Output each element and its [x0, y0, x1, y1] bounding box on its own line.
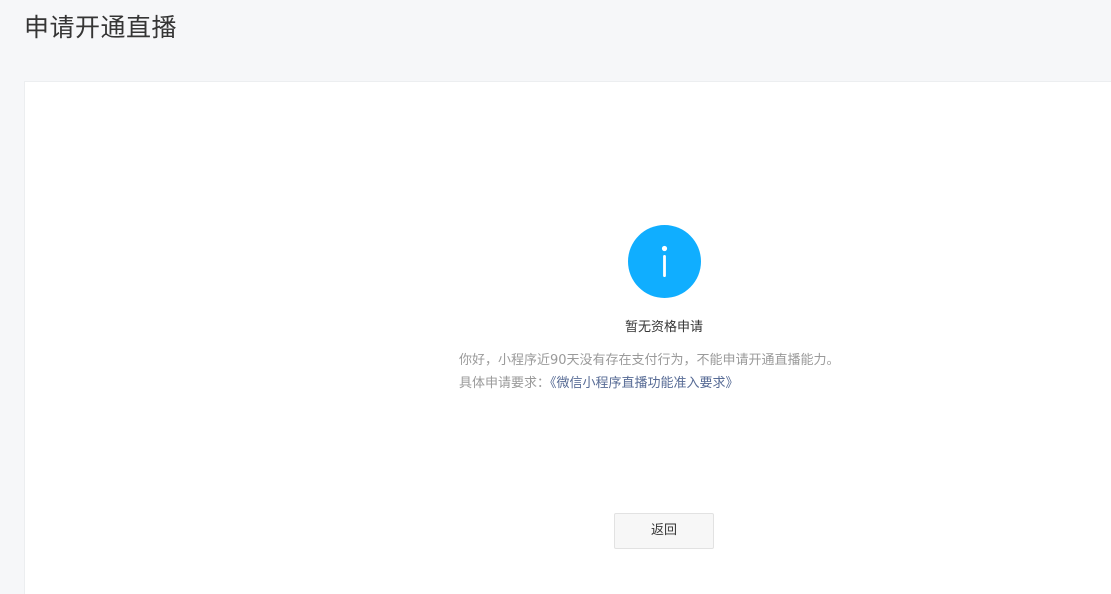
requirement-prefix: 具体申请要求：	[459, 376, 551, 391]
page-title: 申请开通直播	[24, 13, 178, 42]
info-icon	[628, 225, 701, 298]
content-panel: 暂无资格申请 你好，小程序近90天没有存在支付行为，不能申请开通直播能力。 具体…	[24, 81, 1111, 594]
back-button[interactable]: 返回	[614, 513, 714, 549]
requirement-line: 具体申请要求：《微信小程序直播功能准入要求》	[459, 372, 840, 395]
status-title: 暂无资格申请	[624, 320, 703, 335]
status-description: 你好，小程序近90天没有存在支付行为，不能申请开通直播能力。 具体申请要求：《微…	[459, 349, 840, 395]
requirement-link[interactable]: 《微信小程序直播功能准入要求》	[550, 376, 739, 391]
description-line: 你好，小程序近90天没有存在支付行为，不能申请开通直播能力。	[459, 353, 840, 368]
